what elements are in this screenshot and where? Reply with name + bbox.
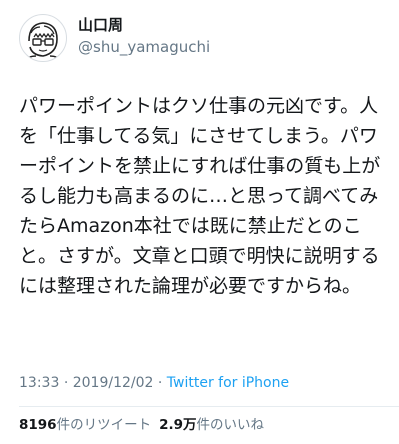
likes-label: 件のいいね bbox=[196, 417, 265, 433]
divider bbox=[19, 406, 399, 407]
tweet-time[interactable]: 13:33 bbox=[19, 375, 59, 391]
likes-stat[interactable]: 2.9万件のいいね bbox=[159, 417, 264, 433]
tweet-date[interactable]: 2019/12/02 bbox=[73, 375, 154, 391]
avatar-illustration bbox=[23, 22, 63, 61]
retweets-stat[interactable]: 8196件のリツイート bbox=[19, 417, 151, 433]
tweet-text: パワーポイントはクソ仕事の元凶です。人を「仕事してる気」にさせてしまう。パワーポ… bbox=[19, 95, 381, 297]
author-handle[interactable]: @shu_yamaguchi bbox=[78, 37, 210, 57]
tweet-source-link[interactable]: Twitter for iPhone bbox=[167, 375, 289, 391]
tweet-meta: 13:33 · 2019/12/02 · Twitter for iPhone bbox=[19, 374, 289, 392]
engagement-stats: 8196件のリツイート 2.9万件のいいね bbox=[19, 416, 264, 434]
meta-separator: · bbox=[157, 375, 163, 391]
avatar[interactable] bbox=[19, 14, 67, 62]
retweets-label: 件のリツイート bbox=[56, 417, 152, 433]
retweets-count: 8196 bbox=[19, 417, 57, 433]
author-name[interactable]: 山口周 bbox=[78, 15, 123, 35]
meta-separator: · bbox=[63, 375, 69, 391]
likes-count: 2.9万 bbox=[159, 417, 197, 433]
